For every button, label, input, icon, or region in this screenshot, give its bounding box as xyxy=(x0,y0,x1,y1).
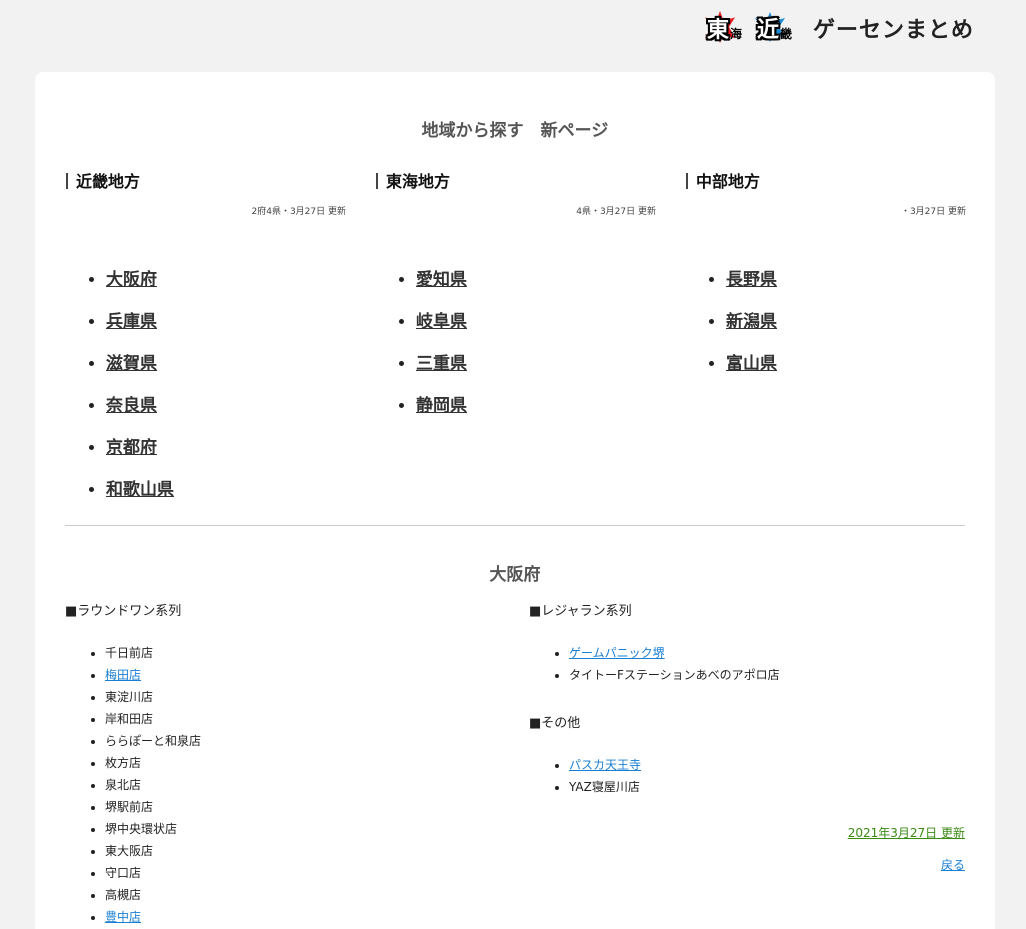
shop-name: 枚方店 xyxy=(105,756,142,770)
list-item: 梅田店 xyxy=(105,664,201,686)
group-title-leisureland: ■レジャラン系列 xyxy=(529,604,632,619)
pref-link-gifu[interactable]: 岐阜県 xyxy=(416,312,467,332)
prefecture-list: 愛知県 岐阜県 三重県 静岡県 xyxy=(376,259,656,427)
region-name: 中部地方 xyxy=(696,172,761,191)
shop-name: 堺駅前店 xyxy=(105,800,154,814)
shop-list-other: パスカ天王寺 YAZ寝屋川店 xyxy=(529,754,641,798)
pref-link-shiga[interactable]: 滋賀県 xyxy=(106,354,157,374)
shop-name: YAZ寝屋川店 xyxy=(569,780,640,794)
region-heading: 近畿地方 xyxy=(66,168,346,192)
list-item: ららぽーと和泉店 xyxy=(105,730,201,752)
logo-badge-char: 近 xyxy=(757,18,780,43)
pref-link-shizuoka[interactable]: 静岡県 xyxy=(416,396,467,416)
group-title-round1: ■ラウンドワン系列 xyxy=(65,604,182,619)
shop-name: 守口店 xyxy=(105,866,142,880)
shop-name: 堺中央環状店 xyxy=(105,822,178,836)
region-meta: 2府4県・3月27日 更新 xyxy=(251,207,347,217)
list-item: YAZ寝屋川店 xyxy=(569,776,641,798)
pref-link-wakayama[interactable]: 和歌山県 xyxy=(106,480,174,500)
list-item: ゲームパニック堺 xyxy=(569,642,780,664)
shop-link[interactable]: 豊中店 xyxy=(105,910,141,924)
list-item: タイトーFステーションあべのアポロ店 xyxy=(569,664,780,686)
pref-link-kyoto[interactable]: 京都府 xyxy=(106,438,157,458)
shop-name: 東淀川店 xyxy=(105,690,154,704)
logo-badge-subchar: 畿 xyxy=(780,26,793,41)
shop-name: 岸和田店 xyxy=(105,712,154,726)
prefecture-list: 大阪府 兵庫県 滋賀県 奈良県 京都府 和歌山県 xyxy=(66,259,346,511)
list-item: 奈良県 xyxy=(106,385,346,427)
pref-link-aichi[interactable]: 愛知県 xyxy=(416,270,467,290)
region-meta: 4県・3月27日 更新 xyxy=(576,207,656,217)
osaka-section-title: 大阪府 xyxy=(489,565,541,585)
heading-bar-icon xyxy=(66,173,68,189)
logo-text: ゲーセンまとめ xyxy=(813,18,975,43)
pref-link-hyogo[interactable]: 兵庫県 xyxy=(106,312,157,332)
list-item: 千日前店 xyxy=(105,642,201,664)
pref-link-osaka[interactable]: 大阪府 xyxy=(106,270,157,290)
pref-link-toyama[interactable]: 富山県 xyxy=(726,354,777,374)
updated-date-link[interactable]: 2021年3月27日 更新 xyxy=(848,824,965,841)
content-card: 地域から探す 新ページ 近畿地方 2府4県・3月27日 更新 大阪府 兵庫県 滋… xyxy=(35,72,995,929)
logo-badge-tokai: 東 海 xyxy=(705,11,757,45)
section-divider xyxy=(65,525,965,526)
list-item: 泉北店 xyxy=(105,774,201,796)
list-item: 守口店 xyxy=(105,862,201,884)
heading-bar-icon xyxy=(376,173,378,189)
region-chubu: 中部地方 ・3月27日 更新 長野県 新潟県 富山県 xyxy=(686,168,966,385)
region-meta: ・3月27日 更新 xyxy=(900,207,966,217)
region-heading: 中部地方 xyxy=(686,168,966,192)
list-item: 堺中央環状店 xyxy=(105,818,201,840)
heading-bar-icon xyxy=(686,173,688,189)
list-item: 岐阜県 xyxy=(416,301,656,343)
list-item: 静岡県 xyxy=(416,385,656,427)
shop-list-leisureland: ゲームパニック堺タイトーFステーションあべのアポロ店 xyxy=(529,642,780,686)
list-item: 愛知県 xyxy=(416,259,656,301)
logo-badge-kinki: 近 畿 xyxy=(755,11,807,45)
shop-name: 高槻店 xyxy=(105,888,142,902)
list-item: 和歌山県 xyxy=(106,469,346,511)
shop-link[interactable]: 梅田店 xyxy=(105,668,141,682)
shop-list-round1: 千日前店梅田店東淀川店岸和田店ららぽーと和泉店枚方店泉北店堺駅前店堺中央環状店東… xyxy=(65,642,201,928)
shop-name: 千日前店 xyxy=(105,646,154,660)
list-item: 東大阪店 xyxy=(105,840,201,862)
region-tokai: 東海地方 4県・3月27日 更新 愛知県 岐阜県 三重県 静岡県 xyxy=(376,168,656,427)
list-item: 三重県 xyxy=(416,343,656,385)
list-item: 高槻店 xyxy=(105,884,201,906)
region-name: 東海地方 xyxy=(386,172,451,191)
list-item: 東淀川店 xyxy=(105,686,201,708)
list-item: 長野県 xyxy=(726,259,966,301)
list-item: 富山県 xyxy=(726,343,966,385)
list-item: 滋賀県 xyxy=(106,343,346,385)
logo-badge-subchar: 海 xyxy=(730,26,743,41)
region-name: 近畿地方 xyxy=(76,172,141,191)
pref-link-mie[interactable]: 三重県 xyxy=(416,354,467,374)
site-logo[interactable]: 東 海 近 畿 ゲーセンまとめ xyxy=(705,10,975,46)
prefecture-list: 長野県 新潟県 富山県 xyxy=(686,259,966,385)
list-item: 新潟県 xyxy=(726,301,966,343)
list-item: 大阪府 xyxy=(106,259,346,301)
list-item: 兵庫県 xyxy=(106,301,346,343)
back-link[interactable]: 戻る xyxy=(941,856,965,873)
shop-link[interactable]: ゲームパニック堺 xyxy=(569,646,665,660)
pref-link-nagano[interactable]: 長野県 xyxy=(726,270,777,290)
shop-link[interactable]: パスカ天王寺 xyxy=(569,758,641,772)
list-item: パスカ天王寺 xyxy=(569,754,641,776)
list-item: 豊中店 xyxy=(105,906,201,928)
list-item: 岸和田店 xyxy=(105,708,201,730)
list-item: 堺駅前店 xyxy=(105,796,201,818)
region-heading: 東海地方 xyxy=(376,168,656,192)
region-section-title: 地域から探す 新ページ xyxy=(421,121,609,141)
group-title-other: ■その他 xyxy=(529,716,581,731)
shop-name: 東大阪店 xyxy=(105,844,154,858)
list-item: 京都府 xyxy=(106,427,346,469)
region-kinki: 近畿地方 2府4県・3月27日 更新 大阪府 兵庫県 滋賀県 奈良県 京都府 和… xyxy=(66,168,346,511)
shop-name: 泉北店 xyxy=(105,778,142,792)
shop-name: ららぽーと和泉店 xyxy=(105,734,202,748)
pref-link-nara[interactable]: 奈良県 xyxy=(106,396,157,416)
pref-link-niigata[interactable]: 新潟県 xyxy=(726,312,777,332)
logo-badge-char: 東 xyxy=(707,18,730,43)
shop-name: タイトーFステーションあべのアポロ店 xyxy=(569,668,780,682)
list-item: 枚方店 xyxy=(105,752,201,774)
